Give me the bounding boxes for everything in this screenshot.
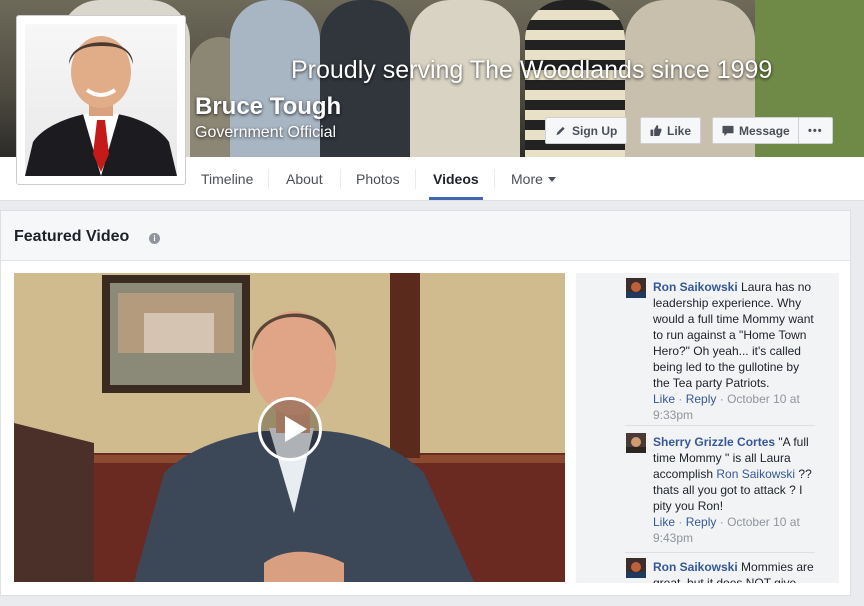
comment-reply-link[interactable]: Reply xyxy=(686,392,717,406)
tab-divider xyxy=(494,169,495,189)
sign-up-label: Sign Up xyxy=(572,123,618,138)
commenter-avatar[interactable] xyxy=(626,278,646,298)
tab-photos[interactable]: Photos xyxy=(352,157,404,200)
comment: Ron Saikowski Mommies are great, but it … xyxy=(653,559,818,583)
message-label: Message xyxy=(739,123,790,138)
info-icon[interactable]: i xyxy=(149,233,160,244)
comment-author[interactable]: Ron Saikowski xyxy=(653,560,738,574)
comment-mention[interactable]: Ron Saikowski xyxy=(716,467,795,481)
featured-video-card: Featured Video i Ron Saikowski Laura has… xyxy=(0,210,851,596)
comment-divider xyxy=(625,425,815,426)
comment-divider xyxy=(625,552,815,553)
message-icon xyxy=(722,125,734,136)
comment-like-link[interactable]: Like xyxy=(653,515,675,529)
play-icon[interactable] xyxy=(258,397,322,461)
featured-video-title: Featured Video xyxy=(14,228,130,245)
cover-tagline: Proudly serving The Woodlands since 1999 xyxy=(291,56,773,84)
tab-timeline[interactable]: Timeline xyxy=(197,157,257,200)
tab-videos[interactable]: Videos xyxy=(429,157,483,200)
comment-like-link[interactable]: Like xyxy=(653,392,675,406)
tab-divider xyxy=(268,169,269,189)
comment-author[interactable]: Ron Saikowski xyxy=(653,280,738,294)
thumbs-up-icon xyxy=(650,125,662,136)
commenter-avatar[interactable] xyxy=(626,558,646,578)
commenter-avatar[interactable] xyxy=(626,433,646,453)
comment-text: Laura has no leadership experience. Why … xyxy=(653,280,814,390)
comment-timestamp[interactable]: October 10 at 9:33pm xyxy=(653,392,800,422)
card-header: Featured Video i xyxy=(1,211,850,261)
page-name[interactable]: Bruce Tough xyxy=(195,93,341,121)
like-button[interactable]: Like xyxy=(640,117,702,144)
profile-photo xyxy=(25,24,177,176)
comment: Ron Saikowski Laura has no leadership ex… xyxy=(653,280,814,422)
comment-author[interactable]: Sherry Grizzle Cortes xyxy=(653,435,775,449)
comment: Sherry Grizzle Cortes "A full time Mommy… xyxy=(653,435,812,545)
tab-about[interactable]: About xyxy=(282,157,327,200)
video-player[interactable] xyxy=(14,273,565,582)
page-category: Government Official xyxy=(195,124,337,141)
comment-reply-link[interactable]: Reply xyxy=(686,515,717,529)
caret-down-icon xyxy=(547,177,556,182)
tab-more-label: More xyxy=(511,170,543,187)
comment-timestamp[interactable]: October 10 at 9:43pm xyxy=(653,515,800,545)
sign-up-button[interactable]: Sign Up xyxy=(545,117,628,144)
tab-more[interactable]: More xyxy=(507,157,560,200)
comments-panel[interactable]: Ron Saikowski Laura has no leadership ex… xyxy=(576,273,839,583)
more-options-button[interactable]: ••• xyxy=(798,117,833,144)
like-label: Like xyxy=(667,123,692,138)
tab-divider xyxy=(415,169,416,189)
message-button[interactable]: Message xyxy=(712,117,800,144)
pencil-icon xyxy=(556,126,565,136)
profile-picture[interactable] xyxy=(16,15,186,185)
tab-divider xyxy=(340,169,341,189)
